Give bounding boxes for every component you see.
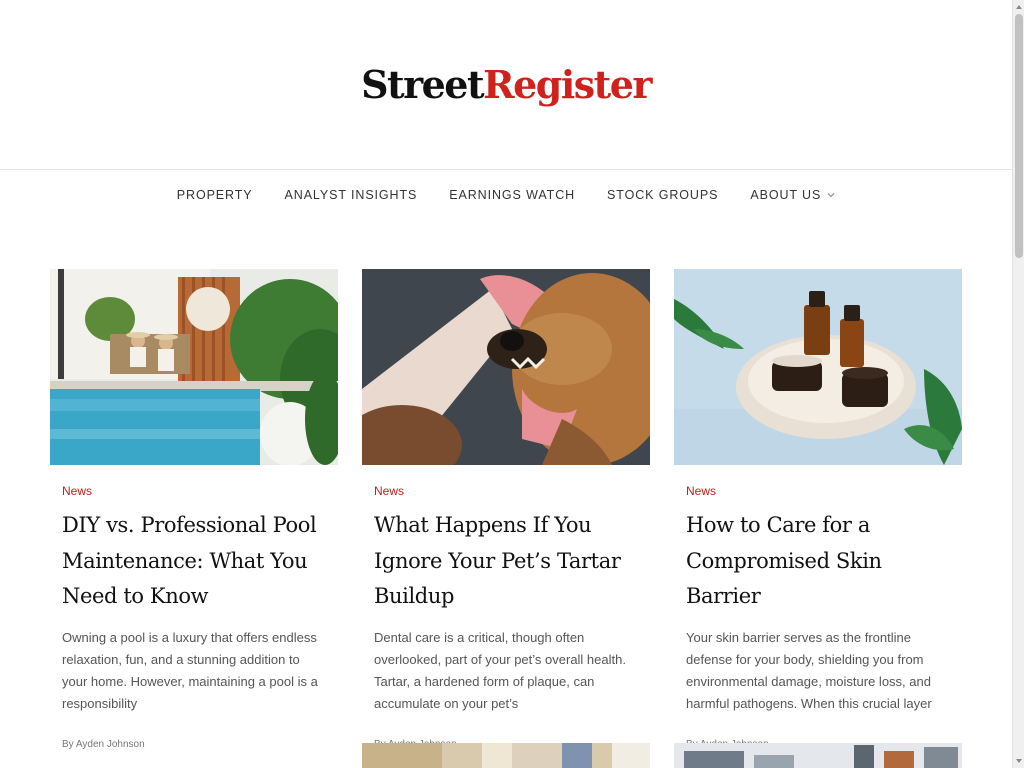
article-thumbnail-skin[interactable] [674,269,962,465]
logo-register: Register [483,62,652,107]
scrollbar-thumb[interactable] [1015,14,1023,258]
nav-label: STOCK GROUPS [607,188,719,202]
article-card: News DIY vs. Professional Pool Maintenan… [50,269,338,750]
article-body: News DIY vs. Professional Pool Maintenan… [50,465,338,750]
nav-label: EARNINGS WATCH [449,188,576,202]
next-article-image [362,743,650,768]
nav-item-analyst-insights[interactable]: ANALYST INSIGHTS [269,188,434,202]
next-article-image [674,743,962,768]
skincare-image [674,269,962,465]
page-scrollbar[interactable] [1012,0,1024,768]
article-title[interactable]: What Happens If You Ignore Your Pet’s Ta… [374,508,638,615]
category-link[interactable]: News [374,484,404,498]
article-body: News How to Care for a Compromised Skin … [674,465,962,750]
nav-item-stock-groups[interactable]: STOCK GROUPS [591,188,734,202]
nav-label: PROPERTY [176,188,253,202]
nav-label: ABOUT US [750,188,822,202]
article-card: News How to Care for a Compromised Skin … [674,269,962,750]
category-link[interactable]: News [686,484,716,498]
page: StreetRegister PROPERTY ANALYST INSIGHTS… [0,0,1012,768]
article-title[interactable]: How to Care for a Compromised Skin Barri… [686,508,950,615]
nav-item-about-us[interactable]: ABOUT US [734,188,851,202]
nav-label: ANALYST INSIGHTS [284,188,418,202]
chevron-down-icon [827,193,835,198]
article-thumbnail-pool[interactable] [50,269,338,465]
scroll-down-arrow-icon[interactable] [1015,757,1023,765]
site-logo[interactable]: StreetRegister [0,62,1012,107]
article-excerpt: Dental care is a critical, though often … [374,629,626,712]
article-thumbnail-pet[interactable] [362,269,650,465]
logo-street: Street [361,62,484,107]
article-card: News What Happens If You Ignore Your Pet… [362,269,650,750]
category-link[interactable]: News [62,484,92,498]
article-thumbnail-next[interactable] [674,743,962,768]
article-excerpt: Your skin barrier serves as the frontlin… [686,629,932,712]
dog-dental-image [362,269,650,465]
scroll-up-arrow-icon[interactable] [1015,3,1023,11]
pool-image [50,269,338,465]
article-excerpt: Owning a pool is a luxury that offers en… [62,629,318,712]
article-title[interactable]: DIY vs. Professional Pool Maintenance: W… [62,508,326,615]
site-header: StreetRegister [0,0,1012,170]
nav-item-property[interactable]: PROPERTY [161,188,269,202]
article-thumbnail-next[interactable] [362,743,650,768]
article-byline: By Ayden Johnson [62,739,145,751]
main-nav: PROPERTY ANALYST INSIGHTS EARNINGS WATCH… [0,171,1012,219]
article-body: News What Happens If You Ignore Your Pet… [362,465,650,750]
nav-item-earnings-watch[interactable]: EARNINGS WATCH [433,188,591,202]
